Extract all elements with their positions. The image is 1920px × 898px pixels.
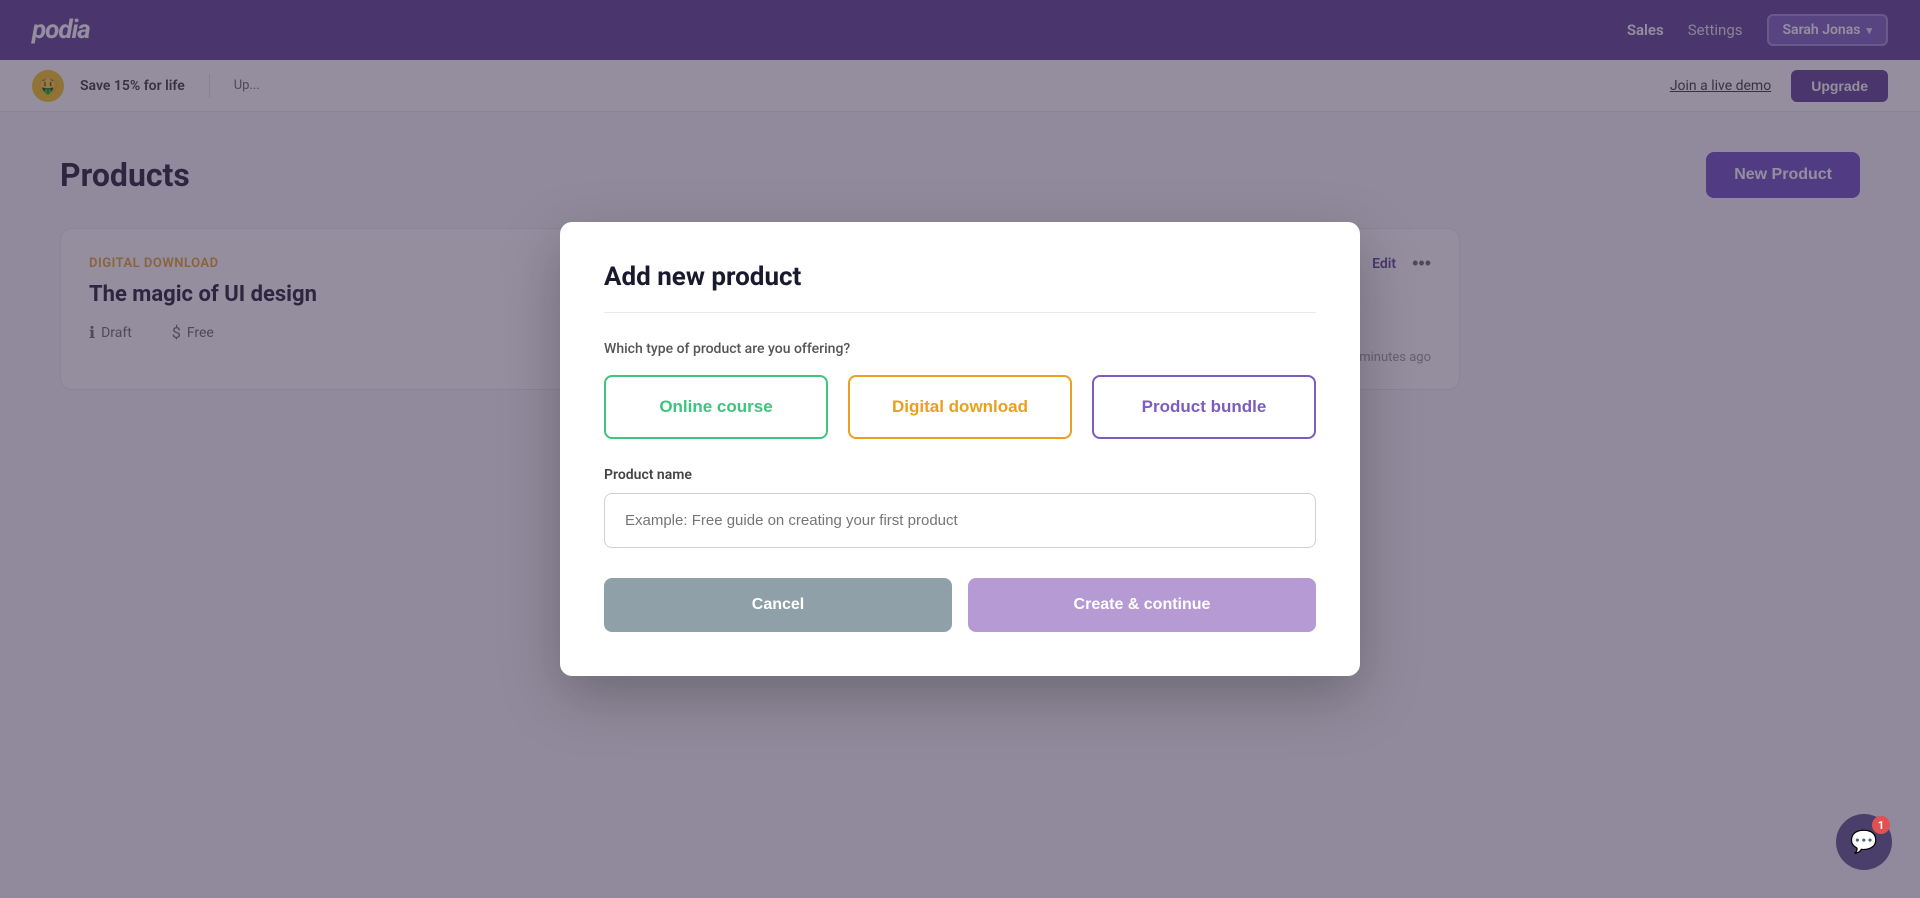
create-continue-button[interactable]: Create & continue (968, 578, 1316, 632)
product-type-product-bundle[interactable]: Product bundle (1092, 375, 1316, 439)
add-product-modal: Add new product Which type of product ar… (560, 222, 1360, 676)
chat-icon: 💬 (1850, 830, 1877, 855)
modal-actions: Cancel Create & continue (604, 578, 1316, 632)
product-type-selection: Online course Digital download Product b… (604, 375, 1316, 439)
modal-title: Add new product (604, 262, 1316, 313)
product-name-input[interactable] (604, 493, 1316, 548)
chat-widget[interactable]: 💬 1 (1836, 814, 1892, 870)
cancel-button[interactable]: Cancel (604, 578, 952, 632)
product-type-digital-download[interactable]: Digital download (848, 375, 1072, 439)
product-name-label: Product name (604, 467, 1316, 483)
chat-badge: 1 (1872, 816, 1890, 834)
product-type-online-course[interactable]: Online course (604, 375, 828, 439)
modal-overlay: Add new product Which type of product ar… (0, 0, 1920, 898)
modal-question: Which type of product are you offering? (604, 341, 1316, 357)
